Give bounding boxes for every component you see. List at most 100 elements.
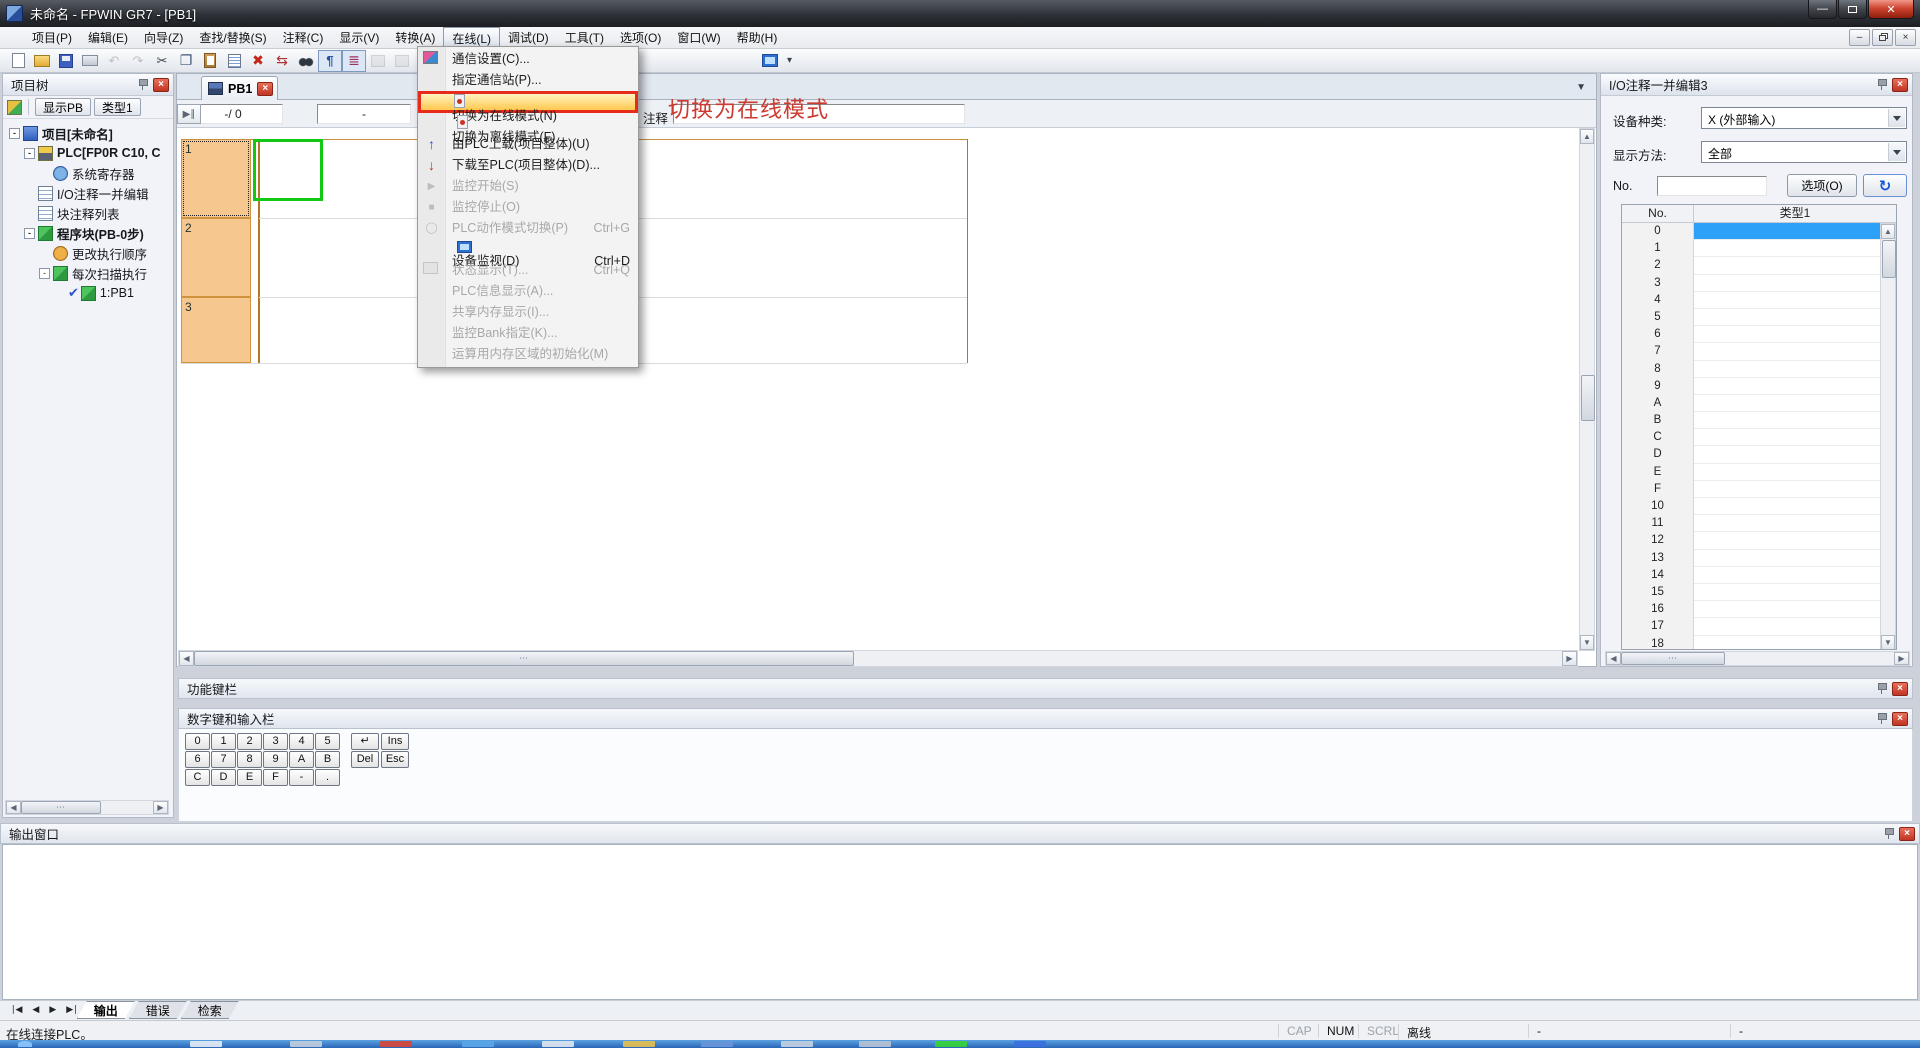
io-row-1[interactable]: 1 bbox=[1622, 240, 1896, 257]
app-10-icon[interactable] bbox=[935, 1041, 967, 1047]
io-row-7[interactable]: 7 bbox=[1622, 343, 1896, 360]
tree-node-5[interactable]: 块注释列表 bbox=[5, 203, 173, 223]
key-2[interactable]: 2 bbox=[237, 733, 262, 750]
scroll-right-icon[interactable]: ▶ bbox=[153, 801, 168, 814]
key-Del[interactable]: Del bbox=[351, 751, 379, 768]
menu-item-2[interactable]: 指定通信站(P)... bbox=[418, 70, 638, 91]
io-row-value[interactable] bbox=[1694, 275, 1896, 292]
menu-item-4[interactable]: 切换为离线模式(F) bbox=[418, 113, 638, 134]
io-row-value[interactable] bbox=[1694, 584, 1896, 601]
io-row-value[interactable] bbox=[1694, 257, 1896, 274]
show-pb-button[interactable]: 显示PB bbox=[35, 98, 91, 116]
scroll-down-icon[interactable]: ▼ bbox=[1881, 635, 1895, 650]
panel-close-button[interactable]: × bbox=[1892, 78, 1908, 92]
scroll-up-icon[interactable]: ▲ bbox=[1881, 224, 1895, 239]
key-F[interactable]: F bbox=[263, 769, 288, 786]
menubar-item-12[interactable]: 窗口(W) bbox=[669, 27, 728, 48]
device-monitor-button[interactable] bbox=[758, 50, 782, 72]
convert-button[interactable] bbox=[270, 50, 294, 72]
tree-node-8[interactable]: -每次扫描执行 bbox=[5, 263, 173, 283]
refresh-button[interactable]: ↻ bbox=[1863, 174, 1907, 197]
panel-close-button[interactable]: × bbox=[1892, 712, 1908, 726]
prev-tab-icon[interactable]: ◀ bbox=[27, 1001, 44, 1018]
mdi-minimize-button[interactable]: – bbox=[1849, 29, 1870, 46]
edit-cursor[interactable] bbox=[253, 139, 323, 201]
io-row-15[interactable]: 15 bbox=[1622, 584, 1896, 601]
tree-expand-icon[interactable]: - bbox=[39, 268, 50, 279]
key-D[interactable]: D bbox=[211, 769, 236, 786]
scroll-left-icon[interactable]: ◀ bbox=[179, 651, 194, 666]
io-row-6[interactable]: 6 bbox=[1622, 326, 1896, 343]
app-11-icon[interactable] bbox=[1014, 1041, 1046, 1047]
menubar-item-7[interactable]: 转换(A) bbox=[387, 27, 443, 48]
key-E[interactable]: E bbox=[237, 769, 262, 786]
tree-expand-icon[interactable]: - bbox=[24, 148, 35, 159]
menubar-item-2[interactable]: 编辑(E) bbox=[80, 27, 136, 48]
io-row-18[interactable]: 18 bbox=[1622, 636, 1896, 651]
io-row-value[interactable] bbox=[1694, 515, 1896, 532]
app-3-icon[interactable] bbox=[380, 1041, 412, 1047]
tree-node-9[interactable]: ✔1:PB1 bbox=[5, 283, 173, 303]
io-row-E[interactable]: E bbox=[1622, 464, 1896, 481]
io-panel-hscrollbar[interactable]: ◀ ⋯ ▶ bbox=[1605, 651, 1910, 666]
io-row-value[interactable] bbox=[1694, 361, 1896, 378]
io-row-value[interactable] bbox=[1694, 446, 1896, 463]
menubar-item-10[interactable]: 工具(T) bbox=[557, 27, 612, 48]
key-7[interactable]: 7 bbox=[211, 751, 236, 768]
menubar-item-11[interactable]: 选项(O) bbox=[612, 27, 669, 48]
menubar-item-8[interactable]: 在线(L) bbox=[443, 27, 500, 48]
key-3[interactable]: 3 bbox=[263, 733, 288, 750]
tab-1[interactable]: 输出 bbox=[77, 1001, 135, 1019]
tab-2[interactable]: 错误 bbox=[129, 1001, 187, 1019]
io-row-B[interactable]: B bbox=[1622, 412, 1896, 429]
io-row-3[interactable]: 3 bbox=[1622, 275, 1896, 292]
io-row-2[interactable]: 2 bbox=[1622, 257, 1896, 274]
statement-display-button[interactable] bbox=[342, 50, 366, 72]
minimize-button[interactable]: — bbox=[1808, 0, 1837, 19]
tree-node-3[interactable]: 系统寄存器 bbox=[5, 163, 173, 183]
pin-icon[interactable] bbox=[1883, 827, 1895, 840]
scroll-right-icon[interactable]: ▶ bbox=[1562, 651, 1577, 666]
tree-expand-icon[interactable]: - bbox=[24, 228, 35, 239]
key-C[interactable]: C bbox=[185, 769, 210, 786]
scroll-thumb[interactable]: ⋯ bbox=[21, 801, 101, 814]
io-row-value[interactable] bbox=[1694, 292, 1896, 309]
tree-node-6[interactable]: -程序块(PB-0步) bbox=[5, 223, 173, 243]
scroll-thumb[interactable]: ⋯ bbox=[1621, 652, 1725, 665]
app-6-icon[interactable] bbox=[623, 1041, 655, 1047]
io-row-value[interactable] bbox=[1694, 309, 1896, 326]
menubar-item-13[interactable]: 帮助(H) bbox=[729, 27, 786, 48]
menu-item-5[interactable]: 由PLC上载(项目整体)(U) bbox=[418, 134, 638, 155]
scroll-left-icon[interactable]: ◀ bbox=[6, 801, 21, 814]
delete-button[interactable] bbox=[246, 50, 270, 72]
io-row-value[interactable] bbox=[1694, 343, 1896, 360]
key-.[interactable]: . bbox=[315, 769, 340, 786]
key-↵[interactable]: ↵ bbox=[351, 733, 379, 750]
io-row-value[interactable] bbox=[1694, 378, 1896, 395]
panel-close-button[interactable]: × bbox=[153, 78, 169, 92]
paste-button[interactable] bbox=[198, 50, 222, 72]
io-row-value[interactable] bbox=[1694, 464, 1896, 481]
io-row-10[interactable]: 10 bbox=[1622, 498, 1896, 515]
app-1-icon[interactable] bbox=[190, 1041, 222, 1047]
io-row-4[interactable]: 4 bbox=[1622, 292, 1896, 309]
pin-icon[interactable] bbox=[1876, 682, 1888, 695]
key-5[interactable]: 5 bbox=[315, 733, 340, 750]
scroll-right-icon[interactable]: ▶ bbox=[1894, 652, 1909, 665]
options-button[interactable]: 选项(O) bbox=[1787, 174, 1857, 197]
save-button[interactable] bbox=[54, 50, 78, 72]
scroll-thumb[interactable]: ⋯ bbox=[194, 651, 854, 666]
insert-timechart-button[interactable] bbox=[222, 50, 246, 72]
io-row-16[interactable]: 16 bbox=[1622, 601, 1896, 618]
io-row-9[interactable]: 9 bbox=[1622, 378, 1896, 395]
key-0[interactable]: 0 bbox=[185, 733, 210, 750]
editor-vscrollbar[interactable]: ▲ ▼ bbox=[1579, 128, 1595, 651]
find-button[interactable] bbox=[294, 50, 318, 72]
io-row-11[interactable]: 11 bbox=[1622, 515, 1896, 532]
windows-taskbar[interactable] bbox=[0, 1040, 1920, 1048]
pin-icon[interactable] bbox=[137, 78, 149, 91]
scroll-thumb[interactable] bbox=[1882, 240, 1896, 278]
menu-item-1[interactable]: 通信设置(C)... bbox=[418, 49, 638, 70]
scroll-down-icon[interactable]: ▼ bbox=[1580, 635, 1594, 650]
run-pause-button[interactable]: ▶∥ bbox=[177, 104, 201, 124]
